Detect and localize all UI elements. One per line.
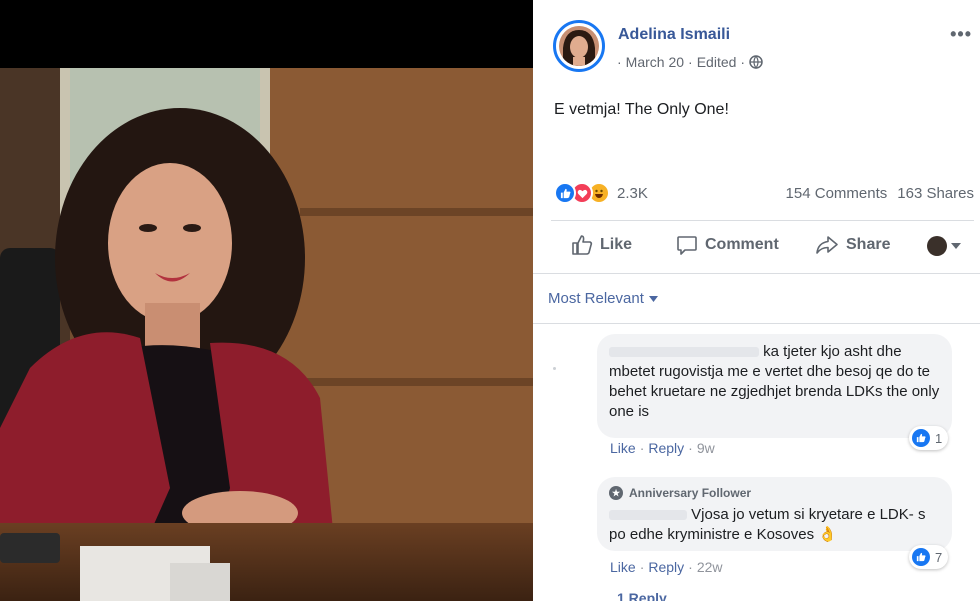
more-options-icon[interactable]: ••• xyxy=(950,24,972,45)
comment-button[interactable]: Comment xyxy=(676,234,779,256)
comment-text: mbetet rugovistja me e vertet dhe besoj … xyxy=(609,363,940,420)
badge-icon: ★ xyxy=(609,486,623,500)
anniversary-badge: ★ Anniversary Follower xyxy=(609,483,940,503)
globe-icon[interactable] xyxy=(749,55,763,70)
post-date[interactable]: March 20 xyxy=(626,54,684,70)
comment-reaction-number: 1 xyxy=(935,430,943,446)
comment-actions: Like · Reply · 9w xyxy=(610,440,715,456)
comment-label: Comment xyxy=(705,236,779,253)
react-as-selector[interactable] xyxy=(927,236,961,256)
divider xyxy=(533,323,980,324)
divider xyxy=(551,220,974,221)
comment-icon xyxy=(677,236,697,255)
divider xyxy=(533,273,980,274)
post-stats: 154 Comments 163 Shares xyxy=(786,185,974,202)
caret-down-icon xyxy=(951,243,961,249)
like-reaction-icon xyxy=(912,548,930,566)
thumbs-up-icon xyxy=(572,235,593,255)
comment-filter-dropdown[interactable]: Most Relevant xyxy=(548,290,658,307)
comment-like-link[interactable]: Like xyxy=(610,559,636,575)
post-actions: Like Comment Share xyxy=(533,230,980,264)
comment-filter-label: Most Relevant xyxy=(548,290,644,307)
comment-time[interactable]: 9w xyxy=(697,440,715,456)
post-text: E vetmja! The Only One! xyxy=(554,101,729,118)
action-separator: · xyxy=(639,559,645,575)
post-photo[interactable] xyxy=(0,68,533,601)
reactions-summary[interactable]: 2.3K xyxy=(554,182,648,204)
meta-separator: · xyxy=(688,54,693,70)
comment-bubble: ka tjeter kjo asht dhe mbetet rugovistja… xyxy=(597,334,952,438)
redacted-name xyxy=(609,347,759,358)
comment-time[interactable]: 22w xyxy=(697,559,723,575)
view-replies-link[interactable]: 1 Reply xyxy=(617,590,667,601)
like-reaction-icon xyxy=(912,429,930,447)
share-icon xyxy=(816,236,838,254)
meta-separator: · xyxy=(617,54,622,70)
share-button[interactable]: Share xyxy=(815,234,890,256)
like-button[interactable]: Like xyxy=(571,234,632,256)
comment-reaction-number: 7 xyxy=(935,549,943,565)
like-reaction-icon xyxy=(554,182,576,204)
comments-count[interactable]: 154 Comments xyxy=(786,185,888,202)
redacted-avatar xyxy=(553,367,556,370)
action-separator: · xyxy=(688,440,693,456)
comment-reaction-count[interactable]: 1 xyxy=(909,426,949,450)
comment-text: ka tjeter kjo asht dhe xyxy=(763,343,902,360)
author-name[interactable]: Adelina Ismaili xyxy=(618,26,730,44)
action-separator: · xyxy=(688,559,693,575)
comment-bubble: ★ Anniversary Follower Vjosa jo vetum si… xyxy=(597,477,952,551)
user-avatar xyxy=(927,236,947,256)
comment-reaction-count[interactable]: 7 xyxy=(909,545,949,569)
badge-label: Anniversary Follower xyxy=(629,486,752,500)
comment-actions: Like · Reply · 22w xyxy=(610,559,723,575)
post-photo-illustration xyxy=(0,68,533,601)
comment-text: Vjosa jo vetum si kryetare e LDK- xyxy=(691,506,914,523)
meta-separator: · xyxy=(740,54,746,70)
author-avatar[interactable] xyxy=(553,20,605,72)
redacted-name xyxy=(609,510,687,521)
photo-viewer xyxy=(0,0,533,601)
post-panel: Adelina Ismaili · March 20 · Edited · ••… xyxy=(533,0,980,601)
reaction-count[interactable]: 2.3K xyxy=(617,185,648,202)
comment-reply-link[interactable]: Reply xyxy=(648,559,684,575)
edited-label[interactable]: Edited xyxy=(697,54,737,70)
comment-reply-link[interactable]: Reply xyxy=(648,440,684,456)
comment-like-link[interactable]: Like xyxy=(610,440,636,456)
caret-down-icon xyxy=(648,295,658,302)
share-label: Share xyxy=(846,236,891,253)
action-separator: · xyxy=(639,440,645,456)
post-meta: · March 20 · Edited · xyxy=(617,54,763,70)
shares-count[interactable]: 163 Shares xyxy=(897,185,974,202)
like-label: Like xyxy=(600,236,633,253)
